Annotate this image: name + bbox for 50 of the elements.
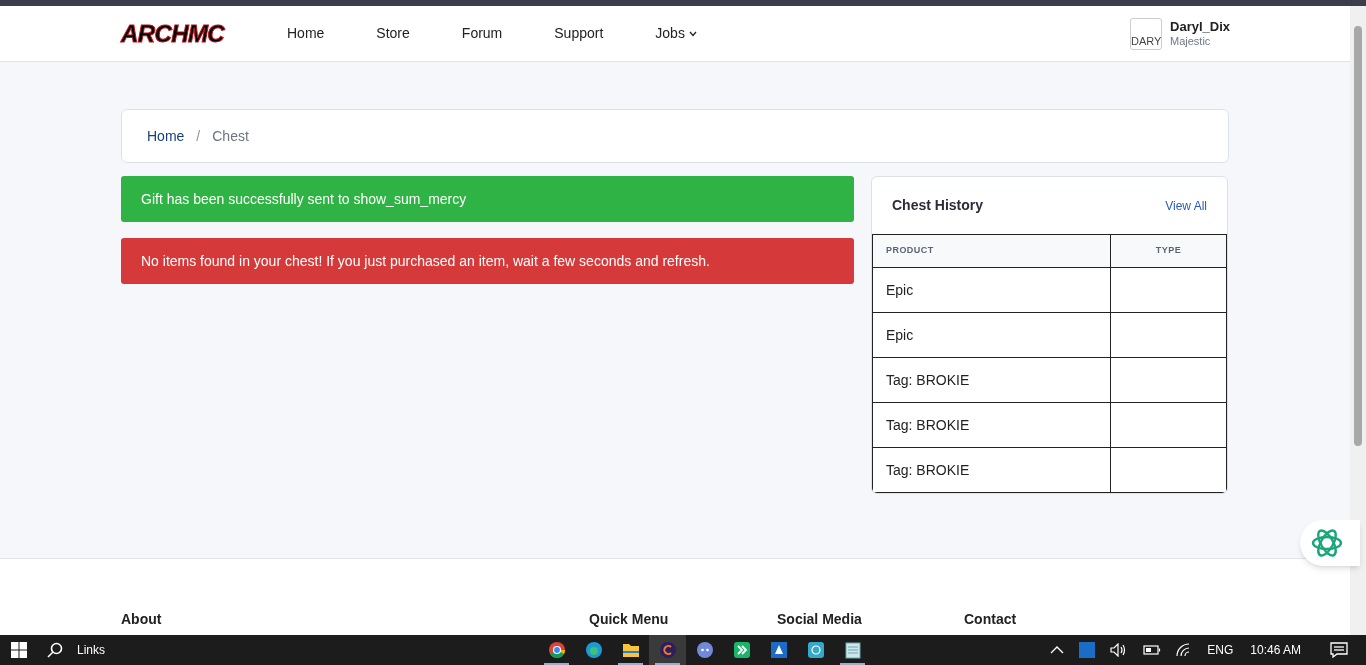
- assistant-button[interactable]: [1300, 520, 1360, 566]
- app-icon: [658, 641, 677, 659]
- user-rank: Majestic: [1170, 34, 1212, 49]
- view-all-link[interactable]: View All: [1165, 196, 1207, 215]
- battery-icon[interactable]: [1143, 645, 1162, 655]
- table-cell: Tag: BROKIE: [872, 357, 1111, 403]
- footer-heading: Contact: [964, 610, 1017, 629]
- chat-app-icon: [695, 641, 714, 659]
- table-cell: Epic: [872, 267, 1111, 313]
- browser-icon: [547, 641, 566, 659]
- footer-heading: Social Media: [777, 610, 862, 629]
- nav-link[interactable]: Store: [376, 23, 410, 44]
- nav-link[interactable]: Support: [554, 23, 604, 44]
- search-icon[interactable]: [47, 642, 63, 658]
- avatar-image: DARY: [1130, 17, 1162, 50]
- table-cell: Tag: BROKIE: [872, 447, 1111, 493]
- taskbar-search-label[interactable]: Links: [77, 641, 105, 659]
- tray-app-icon[interactable]: [1079, 642, 1096, 658]
- table-cell: Epic: [872, 312, 1111, 358]
- flower-icon: [1310, 526, 1344, 560]
- app-icon: [769, 641, 788, 659]
- breadcrumb-current: Chest: [212, 126, 249, 146]
- breadcrumb-separator: /: [196, 126, 201, 146]
- table-cell: Tag: BROKIE: [872, 402, 1111, 448]
- folder-icon: [621, 642, 640, 658]
- nav-link[interactable]: Home: [287, 23, 325, 44]
- app-icon: [806, 641, 825, 659]
- language-indicator[interactable]: ENG: [1207, 641, 1234, 659]
- column-header: TYPE: [1110, 234, 1227, 268]
- logo[interactable]: ARCHMC: [121, 15, 256, 52]
- nav-link[interactable]: Jobs: [655, 23, 697, 44]
- browser-icon: [584, 641, 603, 659]
- notepad-icon: [844, 641, 861, 659]
- clock[interactable]: 10:46 AM: [1250, 641, 1301, 659]
- nav-link[interactable]: Forum: [461, 23, 503, 44]
- footer-heading: Quick Menu: [589, 610, 669, 629]
- taskbar-app[interactable]: [649, 635, 686, 665]
- column-header: PRODUCT: [872, 234, 1111, 268]
- username[interactable]: Daryl_Dix: [1170, 18, 1230, 35]
- card-title: Chest History: [892, 196, 984, 215]
- notification-icon[interactable]: [1330, 642, 1348, 658]
- error-alert: No items found in your chest! If you just purchased an item, wait a few seconds and refresh.: [121, 238, 854, 284]
- footer-heading: About: [121, 610, 162, 629]
- scrollbar[interactable]: [1350, 6, 1366, 635]
- chevron-up-icon[interactable]: [1050, 645, 1065, 655]
- windows-start-icon[interactable]: [11, 642, 27, 658]
- success-alert: Gift has been successfully sent to show_sum_mercy: [121, 176, 854, 222]
- breadcrumb-link[interactable]: Home: [147, 125, 185, 147]
- caret-icon: [688, 30, 697, 37]
- app-icon: [732, 641, 751, 659]
